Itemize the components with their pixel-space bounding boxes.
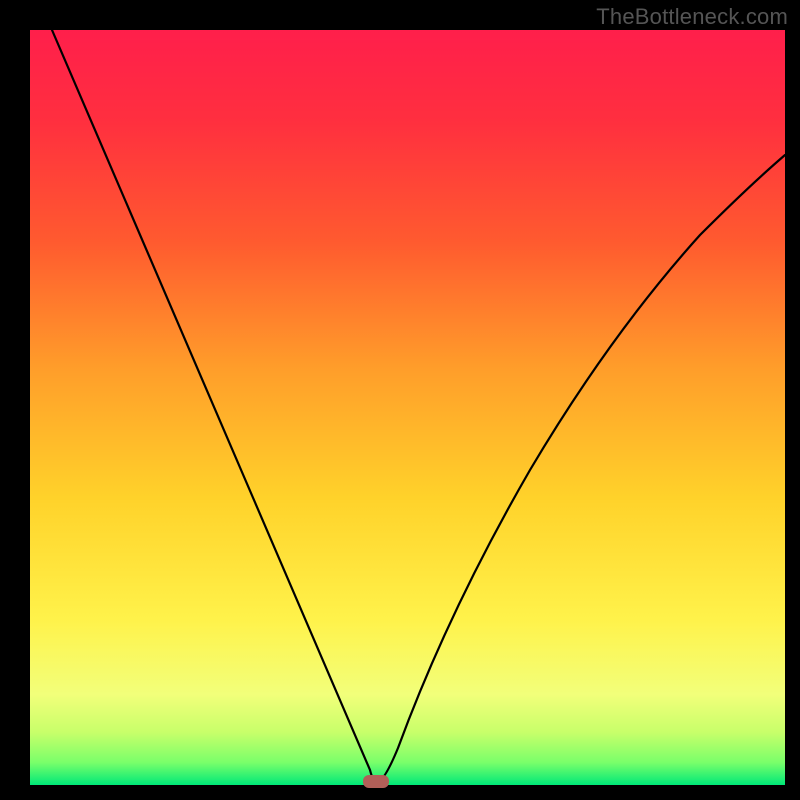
bottleneck-chart	[0, 0, 800, 800]
watermark-text: TheBottleneck.com	[596, 4, 788, 30]
chart-frame: { "watermark": "TheBottleneck.com", "cha…	[0, 0, 800, 800]
plot-background	[30, 30, 785, 785]
optimal-point-marker	[363, 775, 389, 788]
